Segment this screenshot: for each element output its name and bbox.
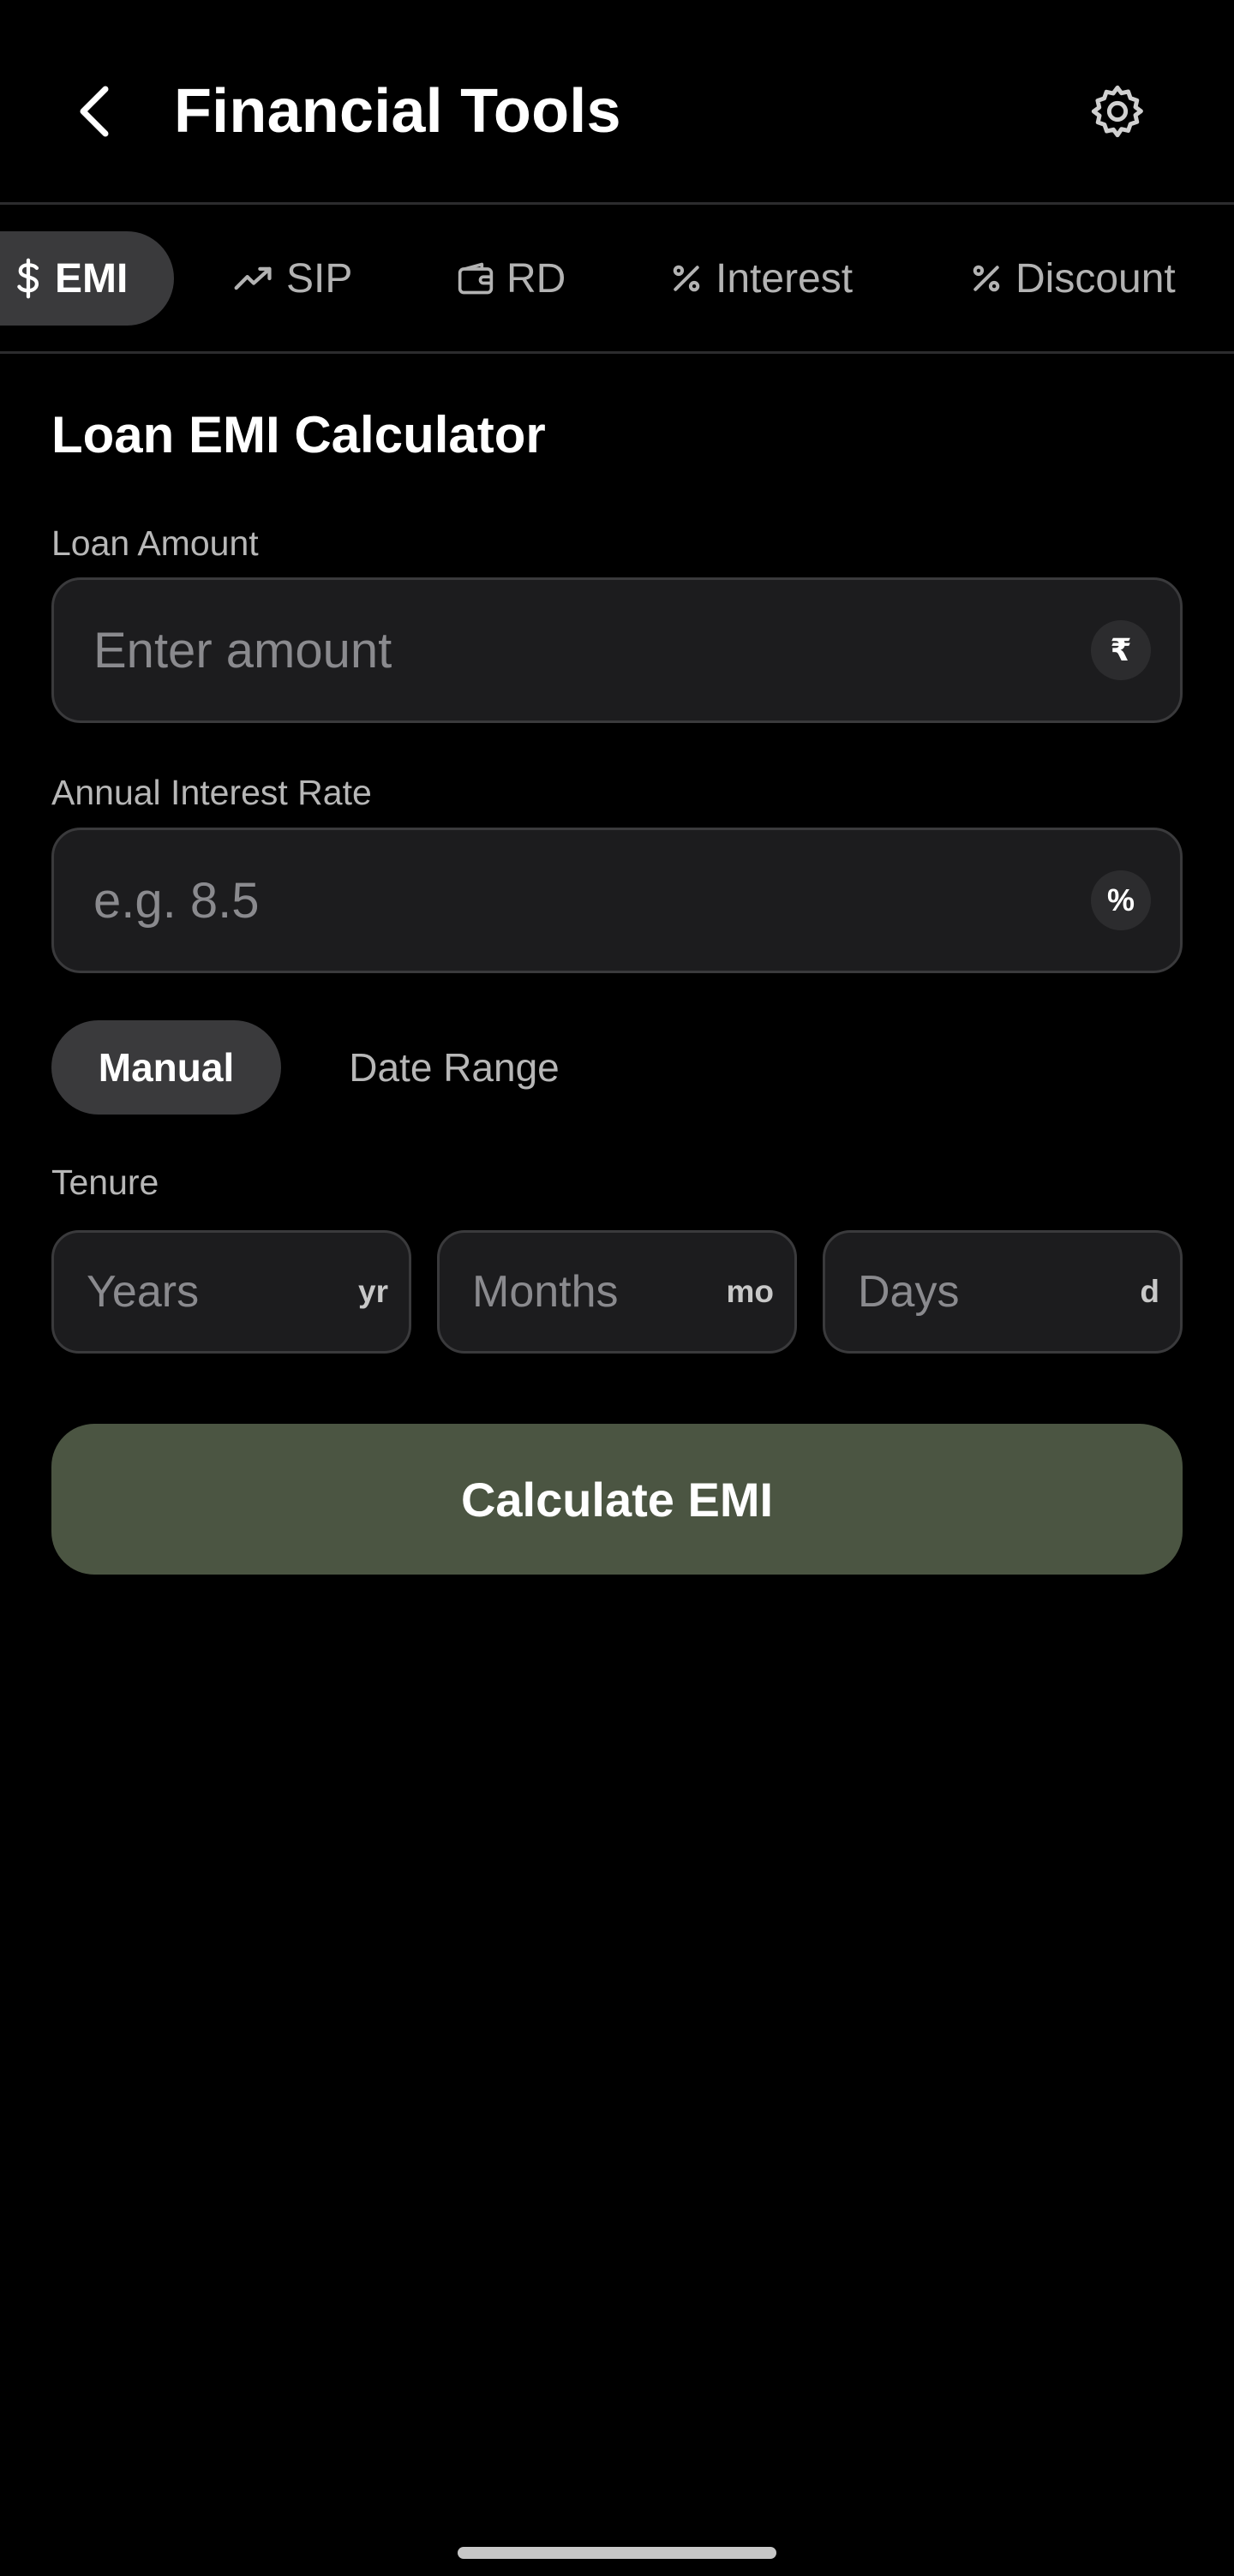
settings-button[interactable] — [1075, 69, 1160, 154]
tenure-years-field: yr — [51, 1230, 411, 1354]
interest-rate-input[interactable] — [93, 830, 1036, 971]
tab-interest[interactable]: Interest — [669, 231, 853, 326]
app-screen: Financial Tools EMI SIP RD Interest Disc… — [0, 0, 1234, 2576]
percent-icon — [669, 261, 704, 296]
tab-rd[interactable]: RD — [457, 231, 566, 326]
tool-tabs: EMI SIP RD Interest Discount — [0, 206, 1234, 351]
chevron-left-icon — [80, 86, 109, 137]
dollar-icon — [14, 257, 43, 300]
tenure-months-input[interactable] — [472, 1233, 712, 1351]
tab-label-discount: Discount — [1015, 255, 1176, 302]
tabs-divider — [0, 351, 1234, 354]
gear-icon — [1091, 85, 1143, 138]
tab-label-sip: SIP — [286, 255, 353, 302]
tab-label-rd: RD — [506, 255, 566, 302]
mode-manual-toggle[interactable]: Manual — [51, 1020, 281, 1115]
percent-icon — [969, 261, 1003, 296]
page-title: Financial Tools — [174, 77, 621, 146]
calculate-emi-button[interactable]: Calculate EMI — [51, 1424, 1183, 1575]
wallet-icon — [457, 260, 494, 296]
tenure-days-input[interactable] — [858, 1233, 1098, 1351]
tab-label-interest: Interest — [716, 255, 854, 302]
home-indicator[interactable] — [458, 2547, 776, 2559]
trending-up-icon — [233, 264, 274, 293]
tenure-days-field: d — [823, 1230, 1183, 1354]
mode-date-range-toggle[interactable]: Date Range — [317, 1020, 591, 1115]
months-unit: mo — [726, 1274, 775, 1309]
calculator-title: Loan EMI Calculator — [51, 406, 546, 463]
header-divider — [0, 202, 1234, 205]
rupee-icon: ₹ — [1091, 620, 1151, 680]
tab-emi[interactable]: EMI — [0, 231, 175, 326]
tab-discount[interactable]: Discount — [969, 231, 1176, 326]
percent-badge-icon: % — [1091, 870, 1151, 930]
tenure-years-input[interactable] — [87, 1233, 326, 1351]
days-unit: d — [1140, 1274, 1159, 1309]
loan-amount-field: ₹ — [51, 577, 1183, 723]
tenure-months-field: mo — [437, 1230, 797, 1354]
loan-amount-input[interactable] — [93, 580, 1036, 720]
tenure-label: Tenure — [51, 1162, 159, 1202]
years-unit: yr — [358, 1274, 388, 1309]
interest-rate-label: Annual Interest Rate — [51, 773, 372, 812]
interest-rate-field: % — [51, 828, 1183, 973]
tab-sip[interactable]: SIP — [233, 231, 352, 326]
tab-label-emi: EMI — [55, 255, 129, 302]
back-button[interactable] — [51, 69, 137, 154]
loan-amount-label: Loan Amount — [51, 523, 259, 563]
app-header: Financial Tools — [0, 0, 1234, 202]
